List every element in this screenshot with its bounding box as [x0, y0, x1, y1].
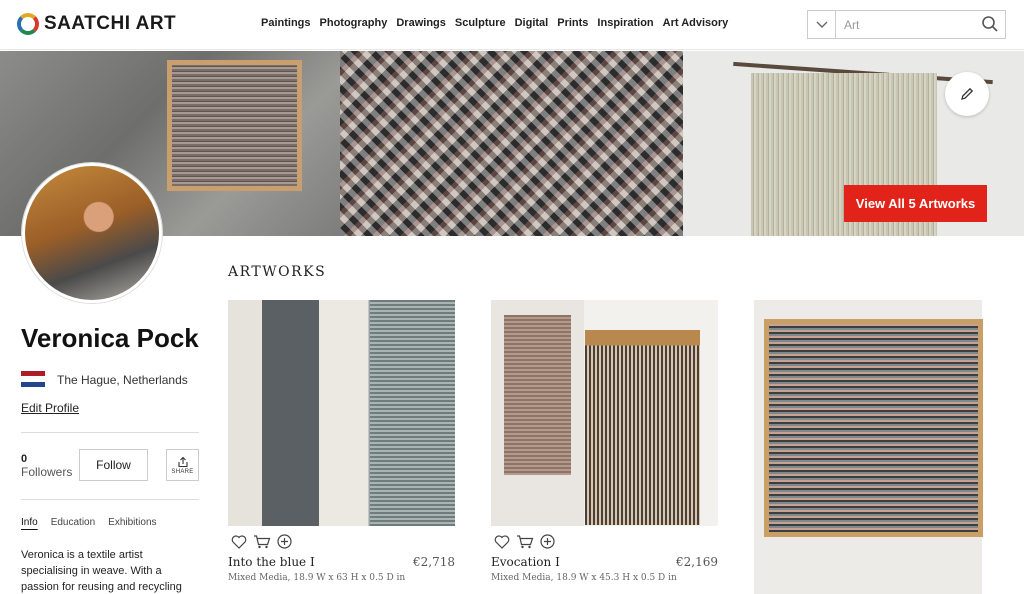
divider [21, 499, 199, 500]
follow-button[interactable]: Follow [79, 449, 148, 481]
banner-image-2 [340, 51, 683, 236]
view-all-artworks-button[interactable]: View All 5 Artworks [844, 185, 987, 222]
plus-circle-icon[interactable] [277, 534, 292, 549]
main-nav: Paintings Photography Drawings Sculpture… [261, 17, 737, 29]
artwork-actions [494, 534, 555, 549]
cart-icon[interactable] [516, 534, 534, 549]
artwork-image[interactable] [491, 300, 718, 526]
artwork-card: Into the blue I €2,718 Mixed Media, 18.9… [228, 300, 455, 594]
artwork-image[interactable] [754, 300, 983, 594]
netherlands-flag-icon [21, 371, 45, 387]
logo-mark-icon [17, 13, 39, 35]
artwork-actions [231, 534, 292, 549]
nav-inspiration[interactable]: Inspiration [597, 17, 653, 29]
nav-drawings[interactable]: Drawings [396, 17, 446, 29]
artwork-card: Evocation I €2,169 Mixed Media, 18.9 W x… [491, 300, 718, 594]
artist-name: Veronica Pock [21, 323, 199, 353]
artworks-heading: ARTWORKS [228, 264, 327, 280]
search-input[interactable] [844, 12, 974, 37]
logo-text: SAATCHI ART [44, 13, 177, 34]
followers-count: 0 [21, 453, 28, 465]
artwork-details: Mixed Media, 18.9 W x 45.3 H x 0.5 D in [491, 573, 677, 583]
nav-prints[interactable]: Prints [557, 17, 588, 29]
heart-icon[interactable] [231, 534, 247, 549]
nav-photography[interactable]: Photography [320, 17, 388, 29]
artwork-image[interactable] [228, 300, 455, 526]
profile-tabs: Info Education Exhibitions [21, 517, 170, 528]
saatchi-logo[interactable]: SAATCHI ART [17, 13, 176, 35]
tab-exhibitions[interactable]: Exhibitions [108, 517, 156, 528]
site-header: SAATCHI ART Paintings Photography Drawin… [0, 0, 1024, 50]
chevron-down-icon [816, 21, 827, 28]
share-icon [177, 456, 188, 467]
nav-sculpture[interactable]: Sculpture [455, 17, 506, 29]
artist-bio: Veronica is a textile artist specialisin… [21, 549, 182, 593]
edit-banner-button[interactable] [945, 72, 989, 116]
artwork-title[interactable]: Evocation I [491, 555, 560, 569]
artwork-details: Mixed Media, 18.9 W x 63 H x 0.5 D in [228, 573, 406, 583]
pencil-icon [961, 87, 974, 100]
followers-label: Followers [21, 465, 73, 479]
plus-circle-icon[interactable] [540, 534, 555, 549]
divider [21, 432, 199, 433]
heart-icon[interactable] [494, 534, 510, 549]
search-bar [807, 10, 1006, 39]
avatar [22, 163, 162, 303]
search-icon[interactable] [981, 15, 999, 33]
artwork-title[interactable]: Into the blue I [228, 555, 315, 569]
share-button[interactable]: SHARE [166, 449, 199, 481]
search-category-dropdown[interactable] [808, 11, 836, 38]
artwork-price: €2,169 [676, 555, 718, 569]
nav-paintings[interactable]: Paintings [261, 17, 311, 29]
flag-stripe-blue [21, 381, 45, 387]
artwork-price: €2,718 [413, 555, 455, 569]
share-label: SHARE [171, 468, 194, 475]
nav-art-advisory[interactable]: Art Advisory [663, 17, 729, 29]
tab-education[interactable]: Education [51, 517, 95, 528]
tab-info[interactable]: Info [21, 517, 38, 528]
artist-location: The Hague, Netherlands [57, 373, 188, 387]
edit-profile-link[interactable]: Edit Profile [21, 401, 79, 415]
artwork-card [754, 300, 983, 594]
cart-icon[interactable] [253, 534, 271, 549]
nav-digital[interactable]: Digital [515, 17, 549, 29]
